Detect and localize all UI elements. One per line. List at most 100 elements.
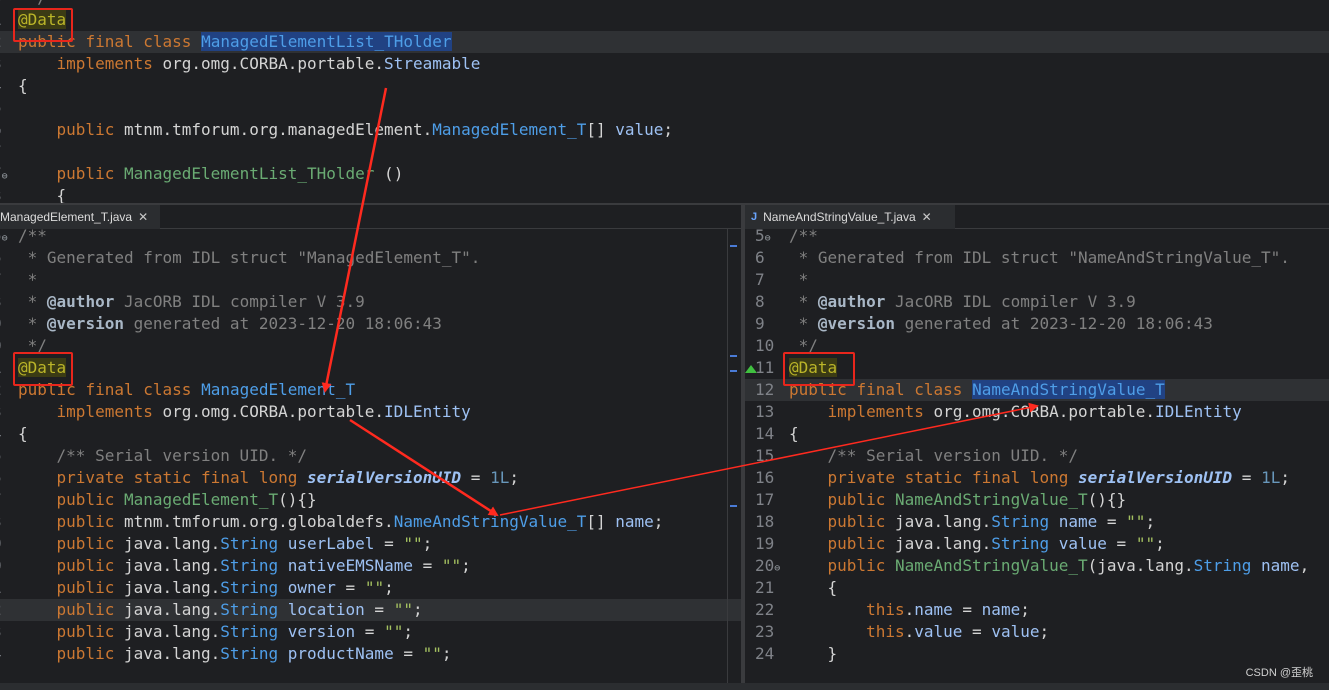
- code-line[interactable]: 3 * @author JacORB IDL compiler V 3.9: [0, 291, 741, 313]
- code-token: *: [789, 314, 818, 333]
- code-line[interactable]: 4{: [0, 423, 741, 445]
- code-line[interactable]: 17 public NameAndStringValue_T(){}: [745, 489, 1329, 511]
- code-token: public: [56, 490, 115, 509]
- code-line[interactable]: 3 implements org.omg.CORBA.portable.Stre…: [0, 53, 1329, 75]
- code-line[interactable]: 18 public java.lang.String name = "";: [745, 511, 1329, 533]
- code-line[interactable]: 5: [0, 97, 1329, 119]
- annotation-highlight-box: [13, 352, 73, 386]
- code-line[interactable]: 14{: [745, 423, 1329, 445]
- scrollbar-marker: [730, 355, 737, 357]
- code-token: name: [1058, 512, 1098, 531]
- code-line[interactable]: 4 public java.lang.String productName = …: [0, 643, 741, 665]
- code-line[interactable]: 16 private static final long serialVersi…: [745, 467, 1329, 489]
- code-line[interactable]: 19 public java.lang.String value = "";: [745, 533, 1329, 555]
- code-token: *: [18, 314, 47, 333]
- code-line[interactable]: 5 /** Serial version UID. */: [0, 445, 741, 467]
- code-token: "": [403, 534, 423, 553]
- code-line[interactable]: 8 * @author JacORB IDL compiler V 3.9: [745, 291, 1329, 313]
- code-line[interactable]: 0 */: [0, 335, 741, 357]
- code-line[interactable]: 6 * Generated from IDL struct "NameAndSt…: [745, 247, 1329, 269]
- code-line[interactable]: 5 private static final long serialVersio…: [0, 467, 741, 489]
- code-line[interactable]: 0 */: [0, 0, 1329, 9]
- code-token: private: [827, 468, 895, 487]
- fold-icon[interactable]: ⊖: [2, 171, 8, 182]
- code-line[interactable]: 13 implements org.omg.CORBA.portable.IDL…: [745, 401, 1329, 423]
- code-line[interactable]: 9 * @version generated at 2023-12-20 18:…: [0, 313, 741, 335]
- code-token: * Generated from IDL struct "NameAndStri…: [789, 248, 1290, 267]
- code-text: this.name = name;: [789, 599, 1030, 621]
- code-text: }: [789, 643, 838, 665]
- code-token: =: [1106, 534, 1136, 553]
- code-text: /**: [18, 225, 47, 247]
- code-line[interactable]: 0 public java.lang.String nativeEMSName …: [0, 555, 741, 577]
- code-text: {: [789, 423, 799, 445]
- code-line[interactable]: 20⊖ public NameAndStringValue_T(java.lan…: [745, 555, 1329, 577]
- code-line[interactable]: 5⊖/**: [0, 225, 741, 247]
- code-line[interactable]: 1 public java.lang.String owner = "";: [0, 577, 741, 599]
- code-token: String: [220, 600, 279, 619]
- code-line[interactable]: 3 public java.lang.String version = "";: [0, 621, 741, 643]
- code-line[interactable]: 5 * Generated from IDL struct "ManagedEl…: [0, 247, 741, 269]
- code-text: * Generated from IDL struct "NameAndStri…: [789, 247, 1290, 269]
- code-token: implements: [56, 402, 153, 421]
- code-line[interactable]: 7: [0, 141, 1329, 163]
- code-line[interactable]: 6 public mtnm.tmforum.org.managedElement…: [0, 119, 1329, 141]
- code-line[interactable]: 3 implements org.omg.CORBA.portable.IDLE…: [0, 401, 741, 423]
- code-text: * @version generated at 2023-12-20 18:06…: [789, 313, 1213, 335]
- code-editor[interactable]: 0 */1@Data2public final class ManagedEle…: [0, 0, 1329, 203]
- code-text: public java.lang.String version = "";: [18, 621, 413, 643]
- code-token: public: [827, 490, 886, 509]
- code-line[interactable]: 24 }: [745, 643, 1329, 665]
- code-line[interactable]: 7 public ManagedElement_T(){}: [0, 489, 741, 511]
- close-icon[interactable]: ✕: [922, 210, 932, 224]
- code-line[interactable]: 2public final class ManagedElement_T: [0, 379, 741, 401]
- code-line[interactable]: 7 *: [745, 269, 1329, 291]
- code-token: []: [586, 120, 616, 139]
- code-token: class: [914, 380, 963, 399]
- code-token: mtnm.tmforum.org.managedElement.: [114, 120, 433, 139]
- fold-icon[interactable]: ⊖: [2, 233, 8, 244]
- code-line[interactable]: 9 * @version generated at 2023-12-20 18:…: [745, 313, 1329, 335]
- code-line[interactable]: 7⊖ public ManagedElementList_THolder (): [0, 163, 1329, 185]
- code-token: static: [904, 468, 963, 487]
- code-line[interactable]: 3 {: [0, 185, 1329, 203]
- code-token: implements: [56, 54, 153, 73]
- left-editor-pane[interactable]: ManagedElement_T.java ✕ 5⊖/**5 * Generat…: [0, 205, 741, 683]
- fold-icon[interactable]: ⊖: [765, 233, 771, 244]
- code-line[interactable]: 7 *: [0, 269, 741, 291]
- code-line[interactable]: 2 public java.lang.String location = "";: [0, 599, 741, 621]
- code-line[interactable]: 4{: [0, 75, 1329, 97]
- code-token: String: [220, 644, 279, 663]
- code-line[interactable]: 5⊖/**: [745, 225, 1329, 247]
- top-editor-pane[interactable]: 0 */1@Data2public final class ManagedEle…: [0, 0, 1329, 203]
- vertical-scrollbar-track[interactable]: [727, 229, 728, 683]
- code-token: IDLEntity: [1155, 402, 1242, 421]
- close-icon[interactable]: ✕: [138, 210, 148, 224]
- code-line[interactable]: 15 /** Serial version UID. */: [745, 445, 1329, 467]
- code-line[interactable]: 21 {: [745, 577, 1329, 599]
- fold-icon[interactable]: ⊖: [774, 563, 780, 574]
- code-line[interactable]: 23 this.value = value;: [745, 621, 1329, 643]
- code-line[interactable]: 9 public java.lang.String userLabel = ""…: [0, 533, 741, 555]
- code-line[interactable]: 2public final class ManagedElementList_T…: [0, 31, 1329, 53]
- code-line[interactable]: 1@Data: [0, 9, 1329, 31]
- code-line[interactable]: 3 public mtnm.tmforum.org.globaldefs.Nam…: [0, 511, 741, 533]
- code-editor[interactable]: 5⊖/**5 * Generated from IDL struct "Mana…: [0, 225, 741, 665]
- code-token: org.omg.CORBA.portable.: [152, 402, 385, 421]
- right-editor-pane[interactable]: J NameAndStringValue_T.java ✕ 5⊖/** 6 * G…: [745, 205, 1329, 683]
- code-token: final: [85, 380, 134, 399]
- code-editor[interactable]: 5⊖/** 6 * Generated from IDL struct "Name…: [745, 225, 1329, 665]
- code-token: String: [991, 512, 1050, 531]
- code-line[interactable]: 1@Data: [0, 357, 741, 379]
- code-line[interactable]: 22 this.name = name;: [745, 599, 1329, 621]
